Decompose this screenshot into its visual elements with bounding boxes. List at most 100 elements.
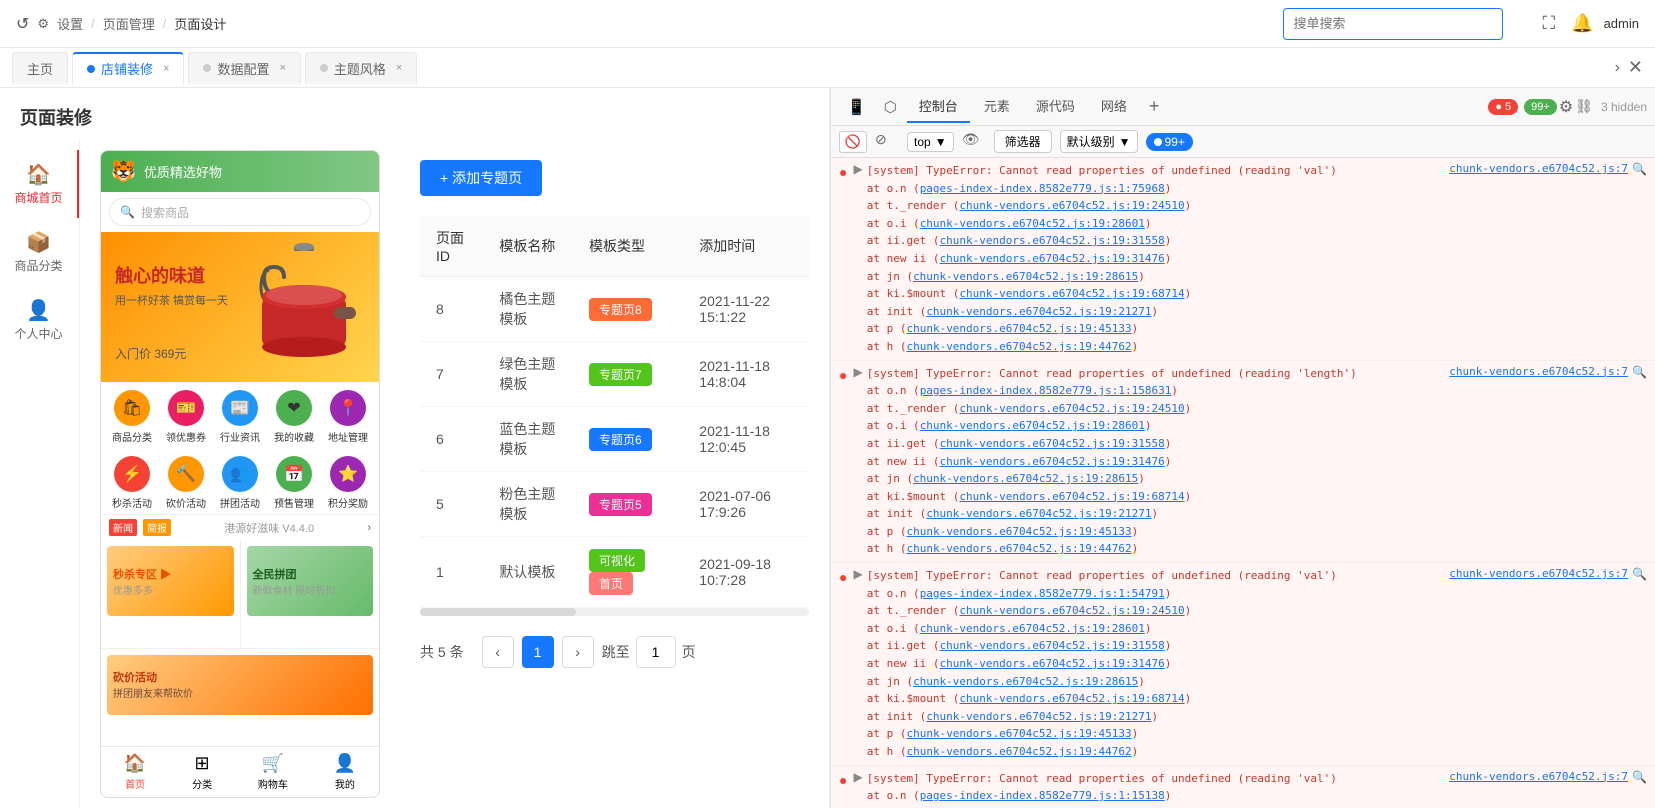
console-stack-link[interactable]: chunk-vendors.e6704c52.js:19:21271 [926, 710, 1151, 723]
console-stack-link[interactable]: chunk-vendors.e6704c52.js:19:68714 [959, 287, 1184, 300]
console-stack-link[interactable]: chunk-vendors.e6704c52.js:19:31558 [940, 639, 1165, 652]
table-scrollbar[interactable] [420, 608, 809, 616]
console-stack-link[interactable]: pages-index-index.8582e779.js:1:15138 [920, 789, 1165, 802]
console-magnify-icon[interactable]: 🔍 [1632, 567, 1647, 581]
devtools-add-tab-btn[interactable]: + [1141, 92, 1168, 121]
bottom-nav-home[interactable]: 🏠 首页 [124, 753, 146, 791]
console-stack-link[interactable]: chunk-vendors.e6704c52.js:19:21271 [926, 507, 1151, 520]
console-stack-link[interactable]: chunk-vendors.e6704c52.js:19:31558 [940, 234, 1165, 247]
console-stack-link[interactable]: chunk-vendors.e6704c52.js:19:24510 [959, 402, 1184, 415]
console-stack-link[interactable]: chunk-vendors.e6704c52.js:19:31476 [940, 252, 1165, 265]
bottom-nav-category[interactable]: ⊞ 分类 [192, 753, 212, 791]
devtools-mobile-icon[interactable]: 📱 [839, 94, 874, 120]
console-stack-link[interactable]: chunk-vendors.e6704c52.js:19:68714 [959, 692, 1184, 705]
console-file-link[interactable]: chunk-vendors.e6704c52.js:7 [1449, 162, 1628, 175]
console-magnify-icon[interactable]: 🔍 [1632, 365, 1647, 379]
refresh-icon[interactable]: ↺ [16, 14, 29, 34]
console-magnify-icon[interactable]: 🔍 [1632, 162, 1647, 176]
console-stack-link[interactable]: pages-index-index.8582e779.js:1:158631 [920, 384, 1172, 397]
console-stack-link[interactable]: chunk-vendors.e6704c52.js:19:31476 [940, 657, 1165, 670]
console-file-link[interactable]: chunk-vendors.e6704c52.js:7 [1449, 567, 1628, 580]
console-stack-link[interactable]: chunk-vendors.e6704c52.js:19:45133 [906, 525, 1131, 538]
console-stack-link[interactable]: chunk-vendors.e6704c52.js:19:68714 [959, 490, 1184, 503]
console-stack-link[interactable]: chunk-vendors.e6704c52.js:19:31558 [940, 437, 1165, 450]
act-bargain[interactable]: 🔨 砍价活动 [166, 456, 206, 510]
devtools-tab-console[interactable]: 控制台 [907, 90, 970, 123]
icon-address[interactable]: 📍 地址管理 [328, 390, 368, 444]
console-arrow[interactable]: ▶ [853, 365, 862, 379]
grid-item-group[interactable]: 全民拼团 新鲜食材 限时折扣 [241, 540, 380, 648]
devtools-filter-btn[interactable]: 筛选器 [994, 130, 1052, 153]
console-stack-link[interactable]: chunk-vendors.e6704c52.js:19:28601 [920, 419, 1145, 432]
act-points[interactable]: ⭐ 积分奖励 [328, 456, 368, 510]
console-file-link[interactable]: chunk-vendors.e6704c52.js:7 [1449, 365, 1628, 378]
topbar-user[interactable]: admin [1604, 16, 1639, 31]
console-stack-link[interactable]: chunk-vendors.e6704c52.js:19:45133 [906, 727, 1131, 740]
icon-coupon[interactable]: 🎫 领优惠券 [166, 390, 206, 444]
tab-home[interactable]: 主页 [12, 52, 68, 84]
sidebar-item-user[interactable]: 👤 个人中心 [0, 286, 79, 354]
devtools-eye-btn[interactable]: 👁 [962, 131, 986, 153]
act-presale[interactable]: 📅 预售管理 [274, 456, 314, 510]
devtools-default-level[interactable]: 默认级别 ▼ [1060, 130, 1138, 153]
console-stack-link[interactable]: chunk-vendors.e6704c52.js:19:21271 [926, 305, 1151, 318]
devtools-network-icon[interactable]: ⛓ [1575, 98, 1593, 115]
tab-theme[interactable]: 主题风格 × [305, 52, 417, 84]
console-stack-link[interactable]: chunk-vendors.e6704c52.js:19:44762 [906, 340, 1131, 353]
tab-data[interactable]: 数据配置 × [188, 52, 300, 84]
console-stack-link[interactable]: chunk-vendors.e6704c52.js:19:45133 [906, 322, 1131, 335]
console-stack-link[interactable]: chunk-vendors.e6704c52.js:19:24510 [959, 604, 1184, 617]
page-next-btn[interactable]: › [562, 636, 594, 668]
tabs-close-all[interactable]: ✕ [1628, 57, 1643, 78]
sidebar-item-mall[interactable]: 🏠 商城首页 [0, 150, 79, 218]
console-stack-link[interactable]: chunk-vendors.e6704c52.js:19:44762 [906, 542, 1131, 555]
console-stack-link[interactable]: pages-index-index.8582e779.js:1:75968 [920, 182, 1165, 195]
devtools-gear-icon[interactable]: ⚙ [1559, 97, 1573, 117]
bottom-nav-cart[interactable]: 🛒 购物车 [258, 753, 288, 791]
tab-data-close[interactable]: × [279, 62, 285, 74]
fullscreen-icon[interactable]: ⛶ [1543, 13, 1556, 34]
search-input[interactable] [1283, 8, 1503, 40]
grid-item-flash[interactable]: 秒杀专区 ▶ 优惠多多 [101, 540, 240, 648]
console-stack-link[interactable]: chunk-vendors.e6704c52.js:19:44762 [906, 745, 1131, 758]
breadcrumb-page-mgmt[interactable]: 页面管理 [103, 14, 155, 33]
tab-store[interactable]: 店铺装修 × [72, 52, 184, 84]
devtools-tab-network[interactable]: 网络 [1089, 90, 1139, 123]
page-prev-btn[interactable]: ‹ [482, 636, 514, 668]
devtools-tab-sources[interactable]: 源代码 [1024, 90, 1087, 123]
tab-store-close[interactable]: × [163, 63, 169, 75]
icon-fav[interactable]: ❤ 我的收藏 [274, 390, 314, 444]
icon-category[interactable]: 🛍 商品分类 [112, 390, 152, 444]
breadcrumb-settings[interactable]: 设置 [57, 14, 83, 33]
console-arrow[interactable]: ▶ [853, 162, 862, 176]
console-stack-link[interactable]: chunk-vendors.e6704c52.js:19:28615 [913, 270, 1138, 283]
devtools-level-select[interactable]: top ▼ [907, 132, 954, 152]
console-stack-link[interactable]: chunk-vendors.e6704c52.js:19:28615 [913, 675, 1138, 688]
icon-news[interactable]: 📰 行业资讯 [220, 390, 260, 444]
act-flash[interactable]: ⚡ 秒杀活动 [112, 456, 152, 510]
console-arrow[interactable]: ▶ [853, 567, 862, 581]
console-stack-link[interactable]: chunk-vendors.e6704c52.js:19:28601 [920, 217, 1145, 230]
console-magnify-icon[interactable]: 🔍 [1632, 770, 1647, 784]
tabs-more-btn[interactable]: › [1615, 59, 1620, 77]
console-stack-link[interactable]: chunk-vendors.e6704c52.js:19:24510 [959, 199, 1184, 212]
console-stack-link[interactable]: chunk-vendors.e6704c52.js:19:28601 [920, 622, 1145, 635]
console-stack-link[interactable]: chunk-vendors.e6704c52.js:19:28615 [913, 472, 1138, 485]
console-arrow[interactable]: ▶ [853, 770, 862, 784]
act-group[interactable]: 👥 拼团活动 [220, 456, 260, 510]
bottom-nav-profile[interactable]: 👤 我的 [334, 753, 356, 791]
devtools-tab-elements[interactable]: 元素 [972, 90, 1022, 123]
add-topic-page-button[interactable]: + 添加专题页 [420, 160, 542, 196]
console-file-link[interactable]: chunk-vendors.e6704c52.js:7 [1449, 770, 1628, 783]
jump-input[interactable] [636, 636, 676, 668]
devtools-inspect-icon[interactable]: ⬡ [876, 94, 905, 120]
phone-search-bar[interactable]: 🔍 搜索商品 [109, 198, 371, 226]
grid-item-bargain[interactable]: 砍价活动 拼团朋友来帮砍价 [101, 649, 379, 747]
tab-theme-close[interactable]: × [396, 62, 402, 74]
bell-icon[interactable]: 🔔 [1571, 13, 1593, 34]
page-1-btn[interactable]: 1 [522, 636, 554, 668]
devtools-circle-btn[interactable]: ⊘ [875, 131, 899, 153]
devtools-toggle-btn[interactable]: 🚫 [839, 131, 867, 153]
sidebar-item-category[interactable]: 📦 商品分类 [0, 218, 79, 286]
console-stack-link[interactable]: chunk-vendors.e6704c52.js:19:31476 [940, 455, 1165, 468]
